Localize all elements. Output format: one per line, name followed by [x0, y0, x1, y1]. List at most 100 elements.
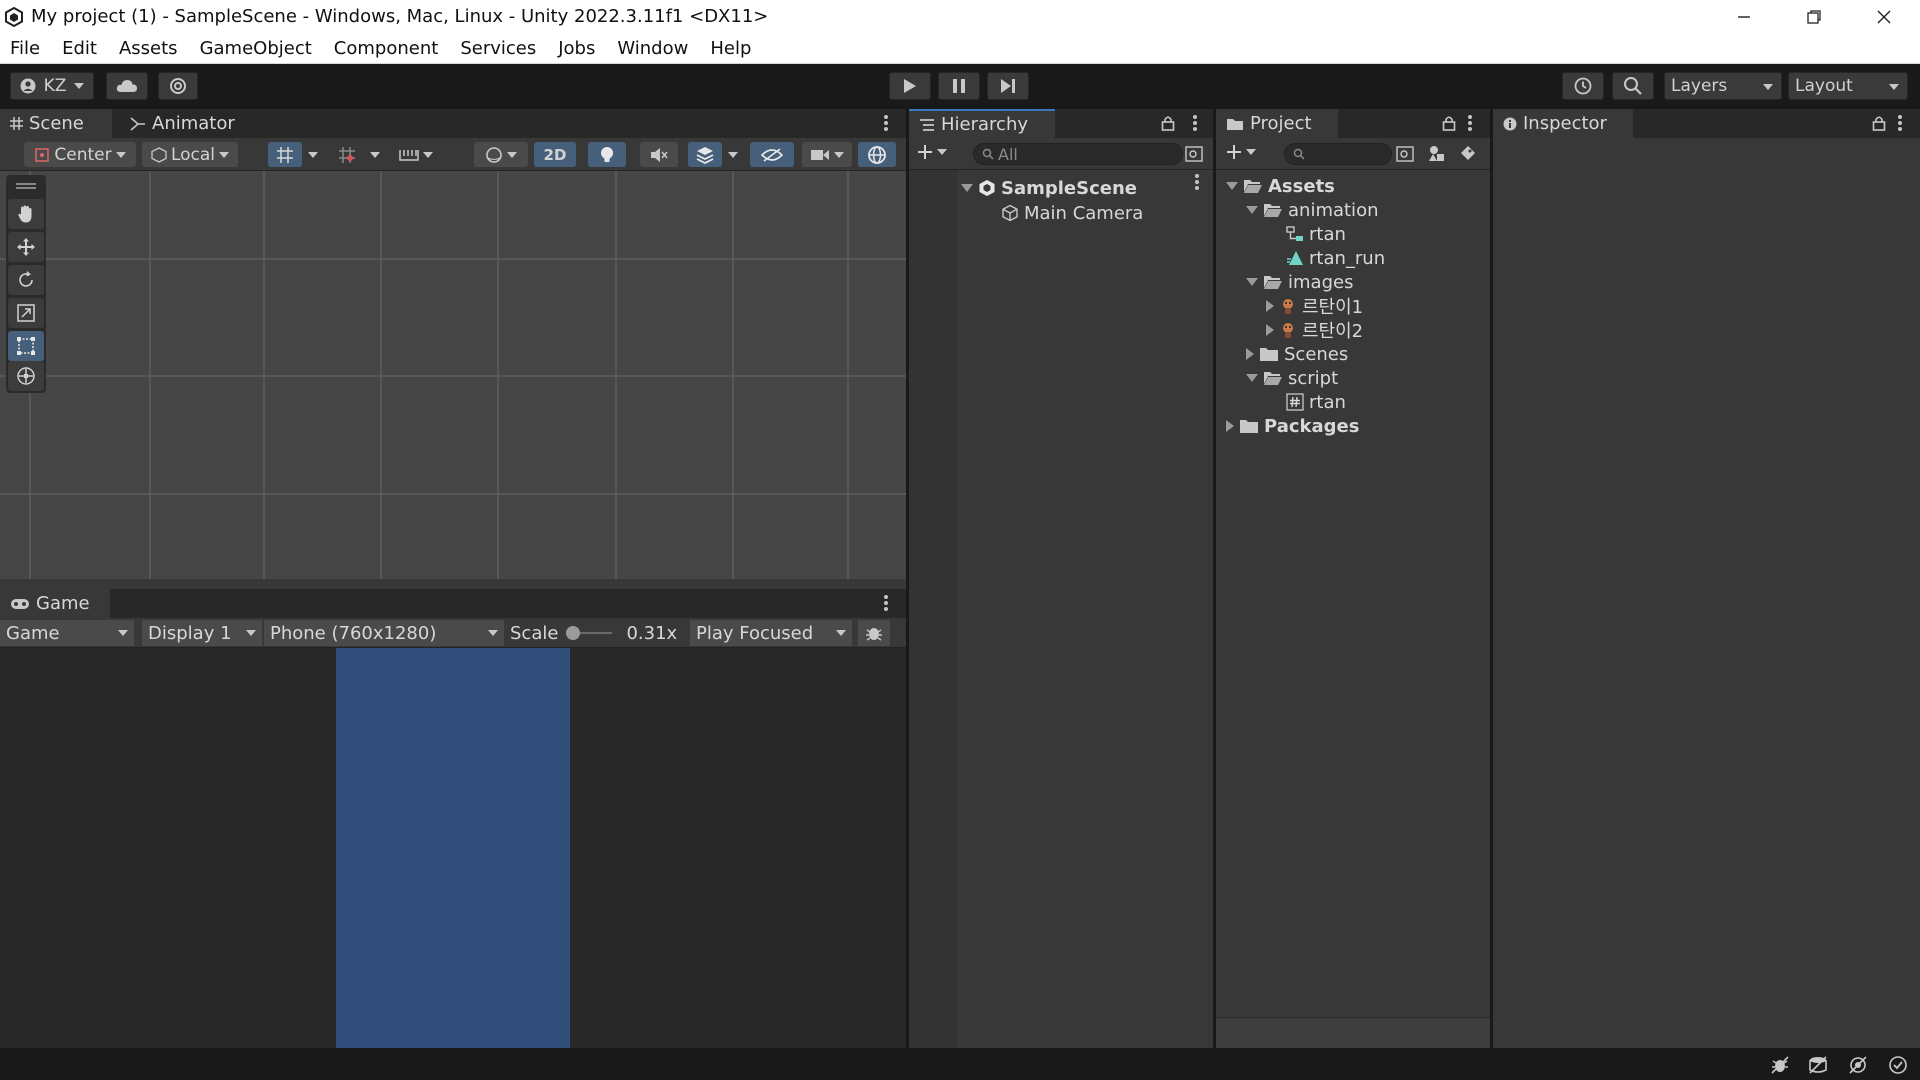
cloud-button[interactable] [106, 72, 148, 100]
check-circle-icon[interactable] [1888, 1055, 1908, 1075]
expand-arrow-icon[interactable] [1246, 348, 1254, 360]
play-mode-dropdown[interactable]: Play Focused [690, 620, 852, 646]
expand-arrow-icon[interactable] [1246, 374, 1258, 382]
tree-item-assets[interactable]: Assets [1226, 174, 1335, 198]
hand-tool[interactable] [8, 199, 44, 229]
lighting-toggle[interactable] [588, 142, 626, 167]
menu-window[interactable]: Window [617, 38, 688, 59]
tree-item-rtan-run[interactable]: rtan_run [1286, 246, 1385, 270]
lock-icon[interactable] [1872, 115, 1886, 131]
search-button[interactable] [1612, 72, 1654, 100]
layers-dropdown[interactable]: Layers [1664, 72, 1782, 100]
expand-arrow-icon[interactable] [1246, 278, 1258, 286]
step-button[interactable] [987, 72, 1029, 100]
increment-snap-dropdown[interactable] [390, 142, 442, 167]
hierarchy-search-input[interactable]: All [973, 143, 1183, 165]
scale-slider-thumb[interactable] [566, 626, 581, 640]
tree-item-image2[interactable]: 르탄이2 [1266, 318, 1363, 342]
tree-item-rtan-script[interactable]: rtan [1286, 390, 1346, 414]
minimize-button[interactable] [1709, 0, 1779, 34]
play-button[interactable] [889, 72, 931, 100]
menu-file[interactable]: File [10, 38, 40, 59]
lock-icon[interactable] [1161, 115, 1175, 131]
rotate-tool[interactable] [8, 265, 44, 295]
expand-arrow-icon[interactable] [961, 184, 973, 192]
gizmos-toggle[interactable] [858, 142, 896, 167]
rect-tool[interactable] [8, 331, 44, 361]
undo-history-button[interactable] [1562, 72, 1604, 100]
debug-off-icon[interactable] [1770, 1055, 1790, 1075]
menu-jobs[interactable]: Jobs [558, 38, 595, 59]
lock-icon[interactable] [1442, 115, 1456, 131]
menu-component[interactable]: Component [334, 38, 439, 59]
expand-arrow-icon[interactable] [1266, 300, 1274, 312]
menu-assets[interactable]: Assets [119, 38, 178, 59]
camera-dropdown[interactable] [802, 142, 852, 167]
debug-button[interactable] [858, 620, 890, 646]
menu-help[interactable]: Help [710, 38, 751, 59]
tab-inspector[interactable]: Inspector [1493, 109, 1633, 138]
palette-drag-handle[interactable] [16, 183, 36, 189]
tree-item-rtan-controller[interactable]: rtan [1286, 222, 1346, 246]
grid-snap-dropdown[interactable] [304, 142, 322, 167]
scale-slider[interactable] [566, 626, 613, 640]
layout-dropdown[interactable]: Layout [1788, 72, 1908, 100]
draw-mode-dropdown[interactable] [474, 142, 528, 167]
tab-scene[interactable]: Scene [0, 109, 112, 138]
effects-dropdown[interactable] [724, 142, 742, 167]
expand-arrow-icon[interactable] [1246, 206, 1258, 214]
close-button[interactable] [1849, 0, 1919, 34]
tab-project[interactable]: Project [1216, 109, 1338, 138]
account-dropdown[interactable]: KZ [10, 72, 94, 100]
tree-item-image1[interactable]: 르탄이1 [1266, 294, 1363, 318]
resolution-dropdown[interactable]: Phone (760x1280) [264, 620, 504, 646]
search-by-type-icon[interactable] [1396, 146, 1414, 162]
scene-row-more-icon[interactable] [1195, 174, 1199, 192]
collab-button[interactable] [158, 72, 198, 100]
project-more-icon[interactable] [1468, 115, 1472, 133]
project-add-button[interactable] [1226, 144, 1256, 160]
grid-snap-button[interactable] [268, 142, 302, 167]
expand-arrow-icon[interactable] [1266, 324, 1274, 336]
tree-item-images[interactable]: images [1246, 270, 1353, 294]
game-more-icon[interactable] [884, 595, 888, 613]
game-view-dropdown[interactable]: Game [0, 620, 134, 646]
tree-item-animation[interactable]: animation [1246, 198, 1378, 222]
filter-by-label-icon[interactable] [1460, 145, 1476, 163]
inspector-more-icon[interactable] [1898, 115, 1902, 133]
menu-edit[interactable]: Edit [62, 38, 97, 59]
restore-button[interactable] [1779, 0, 1849, 34]
scene-visibility-toggle[interactable] [750, 142, 794, 167]
filter-by-type-icon[interactable] [1428, 145, 1446, 163]
effects-toggle[interactable] [688, 142, 722, 167]
pause-button[interactable] [938, 72, 980, 100]
menu-services[interactable]: Services [460, 38, 536, 59]
scene-view[interactable] [0, 171, 906, 579]
grid-visibility-dropdown[interactable] [366, 142, 384, 167]
hierarchy-scene-row[interactable]: SampleScene [961, 176, 1209, 200]
scale-tool[interactable] [8, 298, 44, 328]
tree-item-scenes[interactable]: Scenes [1246, 342, 1348, 366]
cache-server-icon[interactable] [1808, 1055, 1828, 1075]
scene-more-icon[interactable] [884, 115, 888, 133]
grid-visibility-button[interactable] [330, 142, 364, 167]
audio-toggle[interactable] [640, 142, 678, 167]
2d-mode-button[interactable]: 2D [534, 142, 576, 167]
tab-animator[interactable]: Animator [120, 109, 250, 138]
game-view[interactable] [0, 648, 906, 1048]
hierarchy-add-button[interactable] [917, 144, 947, 160]
transform-tool[interactable] [8, 361, 44, 391]
project-search-input[interactable] [1284, 143, 1392, 165]
hierarchy-item-main-camera[interactable]: Main Camera [1001, 201, 1201, 225]
pivot-center-dropdown[interactable]: Center [24, 142, 136, 167]
menu-gameobject[interactable]: GameObject [200, 38, 312, 59]
display-dropdown[interactable]: Display 1 [142, 620, 262, 646]
hierarchy-more-icon[interactable] [1193, 115, 1197, 133]
scene-search-icon[interactable] [1185, 146, 1203, 162]
tab-hierarchy[interactable]: Hierarchy [909, 109, 1055, 138]
tree-item-script[interactable]: script [1246, 366, 1338, 390]
space-local-dropdown[interactable]: Local [142, 142, 238, 167]
expand-arrow-icon[interactable] [1226, 182, 1238, 190]
lightmap-off-icon[interactable] [1848, 1055, 1868, 1075]
tab-game[interactable]: Game [0, 589, 110, 618]
